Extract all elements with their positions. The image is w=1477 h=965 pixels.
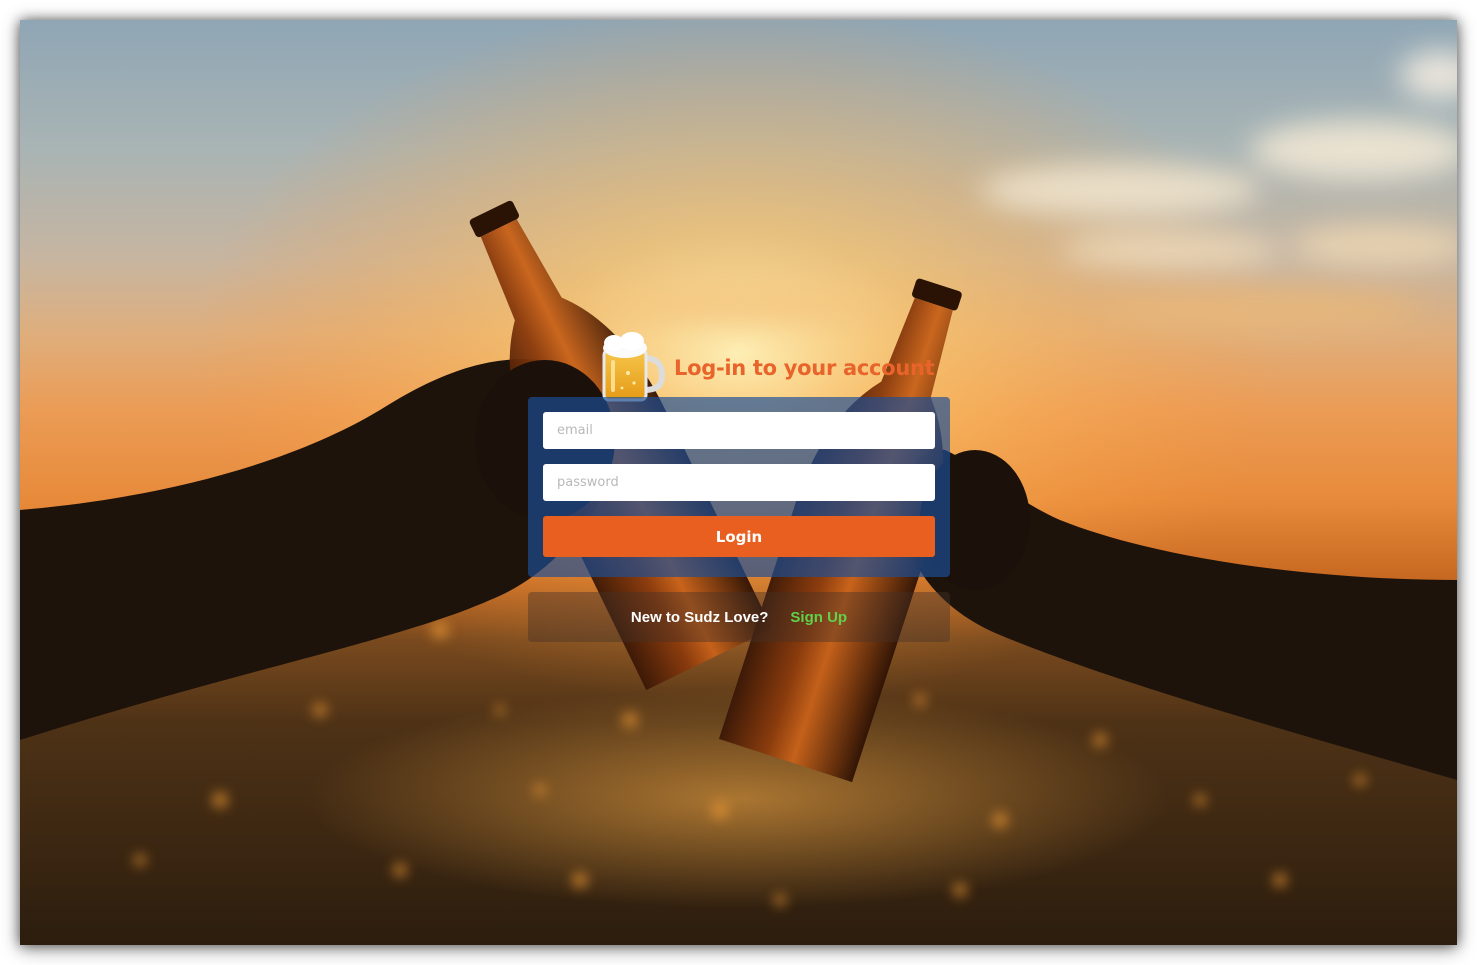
password-field[interactable] xyxy=(543,464,935,501)
login-form: Login xyxy=(528,397,950,577)
email-field[interactable] xyxy=(543,412,935,449)
login-button[interactable]: Login xyxy=(543,516,935,557)
signup-message: New to Sudz Love? Sign Up xyxy=(528,592,950,642)
browser-window: Log-in to your account Login New to Sudz… xyxy=(20,20,1457,945)
page-title: Log-in to your account xyxy=(674,356,935,380)
beer-mug-icon xyxy=(602,332,666,402)
login-header: Log-in to your account xyxy=(598,328,938,406)
signup-link[interactable]: Sign Up xyxy=(790,609,847,626)
signup-prompt: New to Sudz Love? xyxy=(630,608,769,626)
